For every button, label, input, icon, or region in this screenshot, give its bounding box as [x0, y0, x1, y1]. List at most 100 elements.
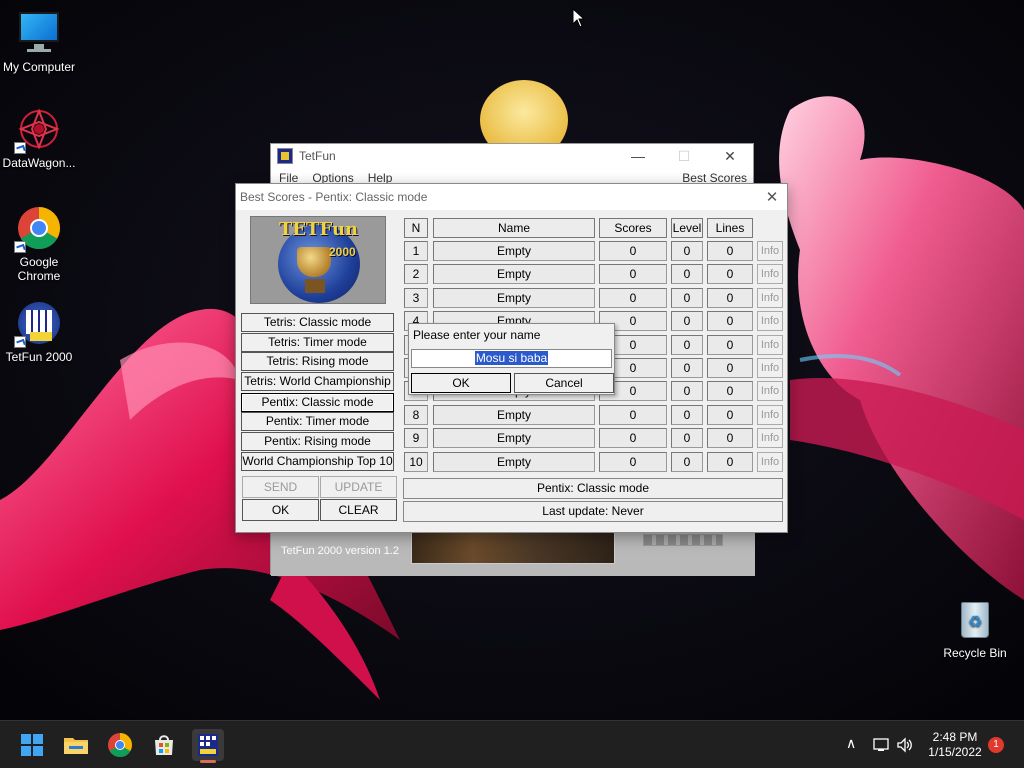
desktop-icon-my-computer[interactable]: My Computer — [0, 10, 81, 74]
tetfun-titlebar[interactable]: TetFun — ☐ ✕ — [271, 144, 753, 168]
row-info-button[interactable]: Info — [757, 335, 783, 355]
table-cell-level: 0 — [671, 381, 703, 401]
row-info-button[interactable]: Info — [757, 241, 783, 261]
close-icon[interactable]: ✕ — [757, 188, 787, 206]
tray-overflow-chevron-icon[interactable]: ∧ — [846, 735, 856, 752]
table-cell-level: 0 — [671, 358, 703, 378]
table-cell-lines: 0 — [707, 264, 753, 284]
mode-world-championship-top10[interactable]: World Championship Top 10 — [241, 452, 394, 471]
column-header-level[interactable]: Level — [671, 218, 703, 238]
minimize-icon[interactable]: — — [615, 148, 661, 165]
window-controls: — ☐ ✕ — [615, 148, 753, 165]
row-info-button[interactable]: Info — [757, 358, 783, 378]
game-preview-image — [411, 532, 615, 564]
table-cell-name: Empty — [433, 241, 595, 261]
next-piece-preview — [643, 534, 723, 546]
table-cell-n: 3 — [404, 288, 428, 308]
table-cell-name: Empty — [433, 452, 595, 472]
mode-tetris-classic[interactable]: Tetris: Classic mode — [241, 313, 394, 332]
table-cell-n: 9 — [404, 428, 428, 448]
window-title: TetFun — [299, 149, 336, 163]
best-scores-titlebar[interactable]: Best Scores - Pentix: Classic mode ✕ — [236, 184, 787, 210]
row-info-button[interactable]: Info — [757, 264, 783, 284]
table-cell-name: Empty — [433, 405, 595, 425]
desktop-icon-recycle-bin[interactable]: ♻ Recycle Bin — [933, 596, 1017, 660]
desktop-icon-label: DataWagon... — [2, 156, 76, 170]
current-mode-status: Pentix: Classic mode — [403, 478, 783, 499]
column-header-lines[interactable]: Lines — [707, 218, 753, 238]
prompt-ok-button[interactable]: OK — [411, 373, 511, 393]
table-cell-lines: 0 — [707, 335, 753, 355]
selected-name-text: Mosu si baba — [474, 351, 549, 365]
datawagon-icon — [14, 106, 62, 154]
chrome-icon — [14, 205, 62, 253]
mode-tetris-world-championship[interactable]: Tetris: World Championship — [241, 372, 394, 391]
mode-pentix-rising[interactable]: Pentix: Rising mode — [241, 432, 394, 451]
desktop-icon-google-chrome[interactable]: Google Chrome — [0, 205, 81, 283]
mode-tetris-rising[interactable]: Tetris: Rising mode — [241, 352, 394, 371]
table-cell-scores: 0 — [599, 264, 667, 284]
dialog-title: Best Scores - Pentix: Classic mode — [240, 190, 428, 204]
table-cell-n: 8 — [404, 405, 428, 425]
table-cell-scores: 0 — [599, 241, 667, 261]
row-info-button[interactable]: Info — [757, 381, 783, 401]
send-button[interactable]: SEND — [242, 476, 319, 498]
column-header-scores[interactable]: Scores — [599, 218, 667, 238]
update-button[interactable]: UPDATE — [320, 476, 397, 498]
start-icon[interactable] — [16, 729, 48, 761]
tetfun-trophy-logo: TETFun 2000 — [250, 216, 386, 304]
table-cell-scores: 0 — [599, 405, 667, 425]
prompt-message: Please enter your name — [413, 328, 541, 342]
store-icon[interactable] — [148, 729, 180, 761]
version-label: TetFun 2000 version 1.2 — [281, 545, 400, 557]
volume-icon[interactable] — [896, 736, 914, 754]
row-info-button[interactable]: Info — [757, 288, 783, 308]
clock-time: 2:48 PM — [932, 730, 978, 744]
table-cell-lines: 0 — [707, 405, 753, 425]
ok-button[interactable]: OK — [242, 499, 319, 521]
close-icon[interactable]: ✕ — [707, 148, 753, 165]
last-update-status: Last update: Never — [403, 501, 783, 522]
table-cell-scores: 0 — [599, 452, 667, 472]
enter-name-dialog[interactable]: Please enter your name Mosu si baba OK C… — [408, 323, 615, 395]
table-cell-level: 0 — [671, 264, 703, 284]
table-cell-level: 0 — [671, 311, 703, 331]
table-cell-lines: 0 — [707, 428, 753, 448]
monitor-icon — [16, 10, 62, 56]
table-cell-name: Empty — [433, 288, 595, 308]
row-info-button[interactable]: Info — [757, 428, 783, 448]
table-cell-level: 0 — [671, 452, 703, 472]
row-info-button[interactable]: Info — [757, 452, 783, 472]
prompt-cancel-button[interactable]: Cancel — [514, 373, 614, 393]
tetfun-icon[interactable] — [192, 729, 224, 763]
clear-button[interactable]: CLEAR — [320, 499, 397, 521]
clock-date: 1/15/2022 — [928, 745, 982, 759]
shortcut-arrow-icon — [14, 336, 26, 348]
column-header-n[interactable]: N — [404, 218, 428, 238]
network-icon[interactable] — [872, 736, 890, 754]
taskbar-clock[interactable]: 2:48 PM 1/15/2022 — [924, 730, 986, 760]
row-info-button[interactable]: Info — [757, 311, 783, 331]
mode-pentix-classic[interactable]: Pentix: Classic mode — [241, 393, 394, 412]
row-info-button[interactable]: Info — [757, 405, 783, 425]
table-cell-level: 0 — [671, 241, 703, 261]
desktop-icon-label: My Computer — [2, 60, 76, 74]
desktop-icon-tetfun-2000[interactable]: TetFun 2000 — [0, 300, 81, 364]
table-cell-name: Empty — [433, 264, 595, 284]
mode-tetris-timer[interactable]: Tetris: Timer mode — [241, 333, 394, 352]
tetfun-app-icon — [277, 148, 293, 164]
desktop-icon-datawagon[interactable]: DataWagon... — [0, 106, 81, 170]
player-name-input[interactable]: Mosu si baba — [411, 349, 612, 368]
column-header-name[interactable]: Name — [433, 218, 595, 238]
table-cell-lines: 0 — [707, 311, 753, 331]
notification-badge[interactable]: 1 — [988, 737, 1004, 753]
mode-pentix-timer[interactable]: Pentix: Timer mode — [241, 412, 394, 431]
table-cell-n: 1 — [404, 241, 428, 261]
logo-year: 2000 — [329, 245, 356, 259]
table-cell-level: 0 — [671, 428, 703, 448]
file-explorer-icon[interactable] — [60, 729, 92, 761]
table-cell-scores: 0 — [599, 428, 667, 448]
maximize-icon[interactable]: ☐ — [661, 148, 707, 165]
table-cell-lines: 0 — [707, 452, 753, 472]
chrome-icon[interactable] — [104, 729, 136, 761]
